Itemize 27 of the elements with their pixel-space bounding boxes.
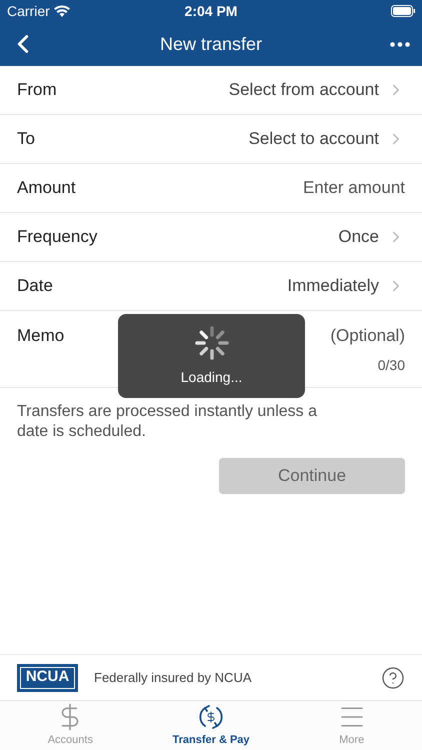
info-note: Transfers are processed instantly unless a date is scheduled. [16,402,318,442]
character-counter: 0/30 [378,356,405,374]
loading-label: Loading... [180,368,242,387]
wifi-icon [54,5,70,17]
insurance-notice: Federally insured by NCUA [94,668,253,687]
field-label: To [17,128,35,150]
tab-bar-item[interactable]: Accounts [0,701,141,750]
help-icon[interactable] [381,666,405,690]
nav-title: New transfer [158,32,264,56]
field-value: Select to account [248,128,379,150]
more-icon [390,42,410,46]
field-value: Once [338,226,379,248]
field-label: Amount [17,177,76,200]
battery-icon [391,5,416,17]
spinner-icon [194,324,230,360]
field-label: Date [17,275,53,298]
field-label: Memo [17,325,64,347]
field-label: From [17,79,57,102]
clock-time: 2:04 PM [184,2,238,20]
amount-field[interactable]: Enter amount [205,175,405,201]
tab-bar-item[interactable]: More [281,701,422,750]
field-value: Immediately [287,275,379,298]
field-value: Select from account [228,79,379,102]
tab-bar-item[interactable]: Transfer & Pay [140,701,282,750]
field-label: Frequency [17,226,98,248]
ncua-logo: NCUA [17,664,78,692]
carrier-label: Carrier [7,2,50,20]
